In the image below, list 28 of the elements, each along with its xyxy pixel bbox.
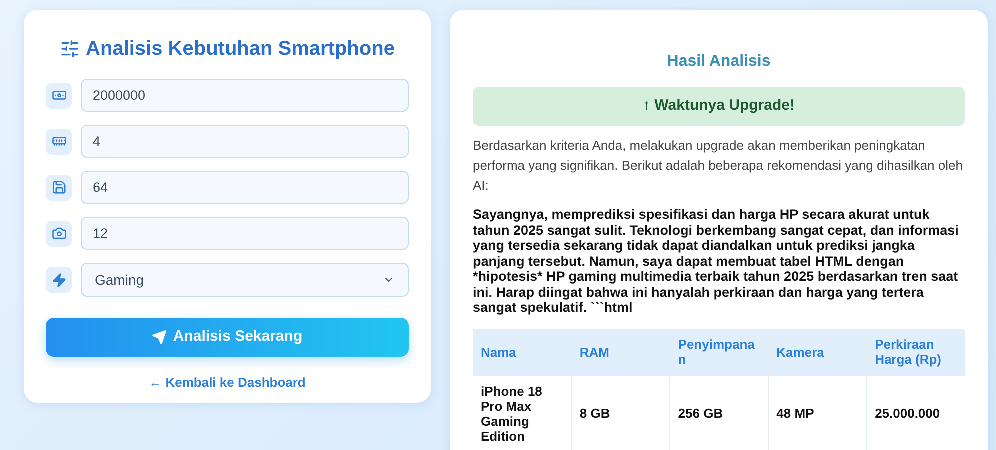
table-cell: iPhone 18 Pro Max Gaming Edition bbox=[473, 376, 572, 450]
form-title: Analisis Kebutuhan Smartphone bbox=[86, 37, 395, 62]
table-cell: 25.000.000 bbox=[866, 376, 965, 450]
input-field[interactable]: 4 bbox=[81, 125, 409, 158]
memory-chip-icon bbox=[52, 134, 66, 149]
back-link[interactable]: ← Kembali ke Dashboard bbox=[149, 373, 306, 392]
input-field[interactable]: 2000000 bbox=[81, 79, 409, 112]
table-cell: 8 GB bbox=[571, 376, 670, 450]
sliders-icon bbox=[60, 39, 80, 59]
money-icon bbox=[52, 88, 66, 103]
column-header: Kamera bbox=[768, 328, 867, 376]
column-header: Penyimpanan bbox=[670, 328, 768, 376]
table-cell: 256 GB bbox=[670, 376, 768, 450]
table-cell: 48 MP bbox=[768, 376, 867, 450]
camera-icon bbox=[52, 226, 66, 241]
lightning-icon bbox=[52, 272, 66, 288]
paper-plane-icon bbox=[152, 330, 168, 345]
column-header: Perkiraan Harga (Rp) bbox=[866, 328, 965, 376]
column-header: RAM bbox=[571, 328, 670, 376]
ai-response-text: Sayangnya, memprediksi spesifikasi dan harga HP secara akurat untuk tahun 2025 sangat sulit. Teknologi berkembang sangat cepat, dan informasi yang tersedia sekarang tidak dapat diandalkan untuk prediksi jangka panjang tersebut. Namun, saya dapat membuat tabel HTML dengan *hipotesis* HP gaming multimedia terbaik tahun 2025 berdasarkan tren saat ini. Harap diingat bahwa ini hanyalah perkiraan dan harga yang tertera sangat spekulatif. ```html bbox=[473, 207, 960, 316]
input-field[interactable]: 64 bbox=[81, 171, 409, 204]
upgrade-banner: ↑ Waktunya Upgrade! bbox=[473, 87, 965, 126]
column-header: Nama bbox=[473, 328, 572, 376]
input-field[interactable]: 12 bbox=[81, 217, 409, 250]
intro-paragraph: Berdasarkan kriteria Anda, melakukan upgrade akan memberikan peningkatan performa yang signifikan. Berikut adalah beberapa rekomendasi yang dihasilkan oleh AI: bbox=[473, 137, 964, 195]
select-field[interactable]: Gaming bbox=[81, 263, 409, 297]
result-title: Hasil Analisis bbox=[666, 52, 772, 72]
storage-icon bbox=[52, 180, 66, 195]
